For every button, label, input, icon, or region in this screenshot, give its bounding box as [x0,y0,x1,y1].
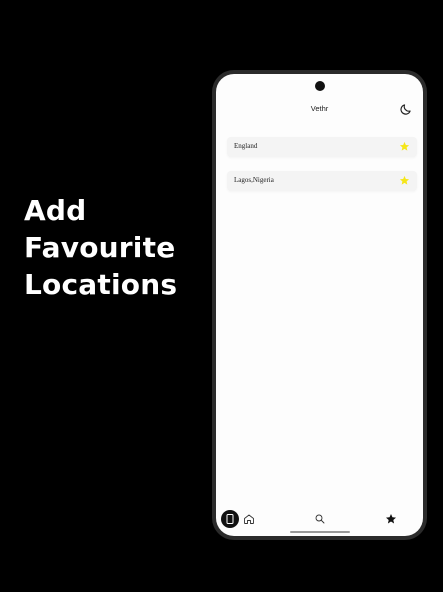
search-icon[interactable] [314,513,326,525]
home-icon[interactable] [243,513,255,525]
star-icon[interactable] [399,141,410,152]
location-name: Lagos,Nigeria [234,176,274,184]
app-bar: Vethr [216,102,423,120]
home-indicator [289,531,350,533]
moon-icon[interactable] [399,102,413,116]
star-icon[interactable] [399,175,410,186]
promo-line-3: Locations [24,268,178,301]
favourite-location-item[interactable]: Lagos,Nigeria [227,171,417,191]
front-camera [314,81,325,91]
favourite-location-item[interactable]: England [227,137,417,157]
location-name: England [234,142,258,150]
promo-line-1: Add [24,194,87,227]
app-title: Vethr [310,104,329,113]
phone-frame: Vethr England Lagos,Nigeria [212,70,427,540]
phone-icon [226,514,234,524]
promo-line-2: Favourite [24,231,176,264]
floating-action-button[interactable] [221,510,239,528]
bottom-nav [216,506,423,536]
star-icon[interactable] [385,513,397,525]
phone-screen: Vethr England Lagos,Nigeria [216,74,423,536]
promo-headline: Add Favourite Locations [24,192,177,303]
